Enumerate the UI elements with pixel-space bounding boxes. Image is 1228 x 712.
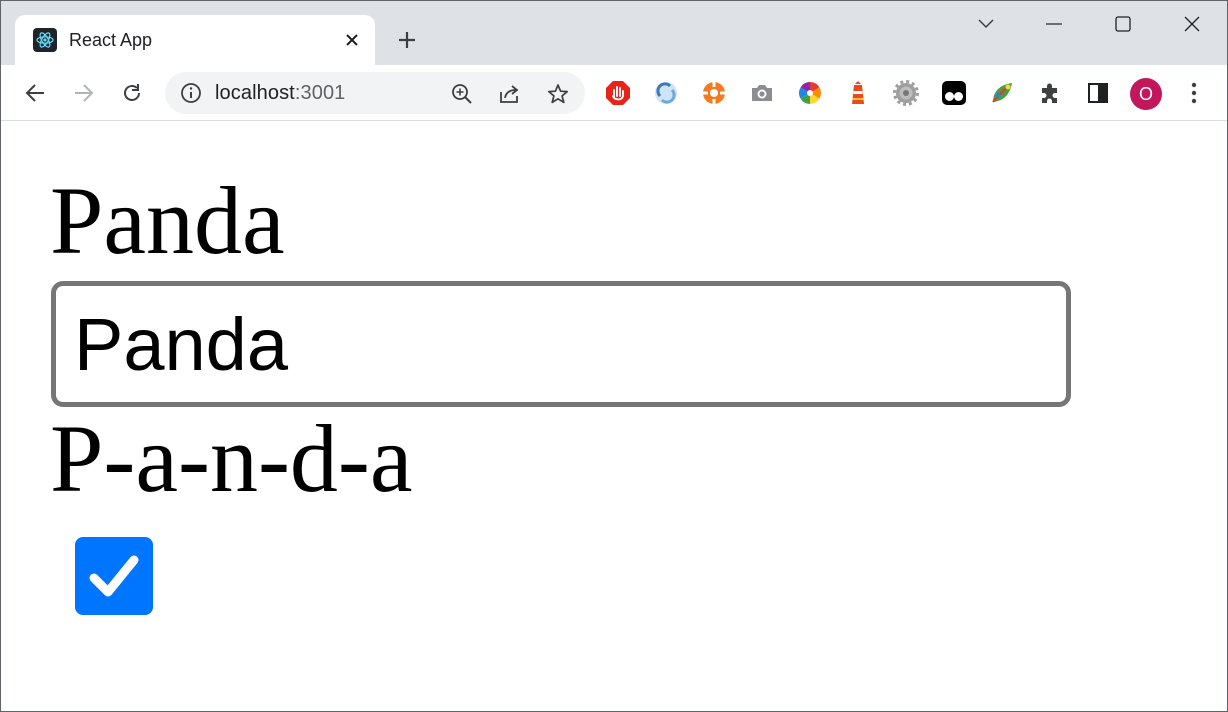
tab-react-app[interactable]: React App (15, 15, 375, 65)
orange-circle-icon[interactable] (699, 78, 729, 108)
tab-search-icon[interactable] (964, 9, 1008, 39)
browser-toolbar: localhost:3001 O (1, 65, 1227, 121)
tampermonkey-icon[interactable] (939, 78, 969, 108)
plus-icon[interactable] (393, 26, 421, 54)
adblock-icon[interactable] (603, 78, 633, 108)
tab-strip: React App (1, 1, 1227, 65)
react-logo-icon (33, 28, 57, 52)
star-icon[interactable] (545, 81, 571, 107)
side-panel-icon[interactable] (1083, 78, 1113, 108)
maximize-icon[interactable] (1101, 9, 1145, 39)
forward-arrow-icon[interactable] (68, 77, 100, 109)
url-host: localhost (215, 82, 295, 104)
lighthouse-icon[interactable] (843, 78, 873, 108)
checkmark-icon (89, 555, 139, 597)
colorful-leaf-icon[interactable] (987, 78, 1017, 108)
sync-icon[interactable] (651, 78, 681, 108)
spelled-output: P-a-n-d-a (50, 405, 413, 512)
minimize-icon[interactable] (1032, 9, 1076, 39)
page-content: Panda P-a-n-d-a (1, 121, 1227, 711)
url-port: :3001 (294, 82, 346, 104)
address-bar[interactable]: localhost:3001 (165, 72, 585, 114)
close-tab-icon[interactable] (341, 29, 363, 51)
name-input[interactable] (51, 281, 1071, 407)
puzzle-icon[interactable] (1035, 78, 1065, 108)
close-icon[interactable] (1170, 9, 1214, 39)
zoom-icon[interactable] (449, 81, 475, 107)
camera-icon[interactable] (747, 78, 777, 108)
info-icon[interactable] (179, 81, 203, 105)
gear-icon[interactable] (891, 78, 921, 108)
checkbox[interactable] (75, 537, 153, 615)
profile-avatar[interactable]: O (1130, 78, 1162, 110)
url-text: localhost:3001 (215, 82, 345, 105)
back-arrow-icon[interactable] (19, 77, 51, 109)
browser-window: React App localhost:3001 O Panda Panda P… (0, 0, 1228, 712)
tab-title: React App (69, 30, 153, 50)
color-wheel-icon[interactable] (795, 78, 825, 108)
kebab-menu-icon[interactable] (1179, 78, 1209, 108)
reload-icon[interactable] (116, 77, 148, 109)
share-icon[interactable] (497, 81, 523, 107)
page-heading: Panda (50, 167, 285, 274)
